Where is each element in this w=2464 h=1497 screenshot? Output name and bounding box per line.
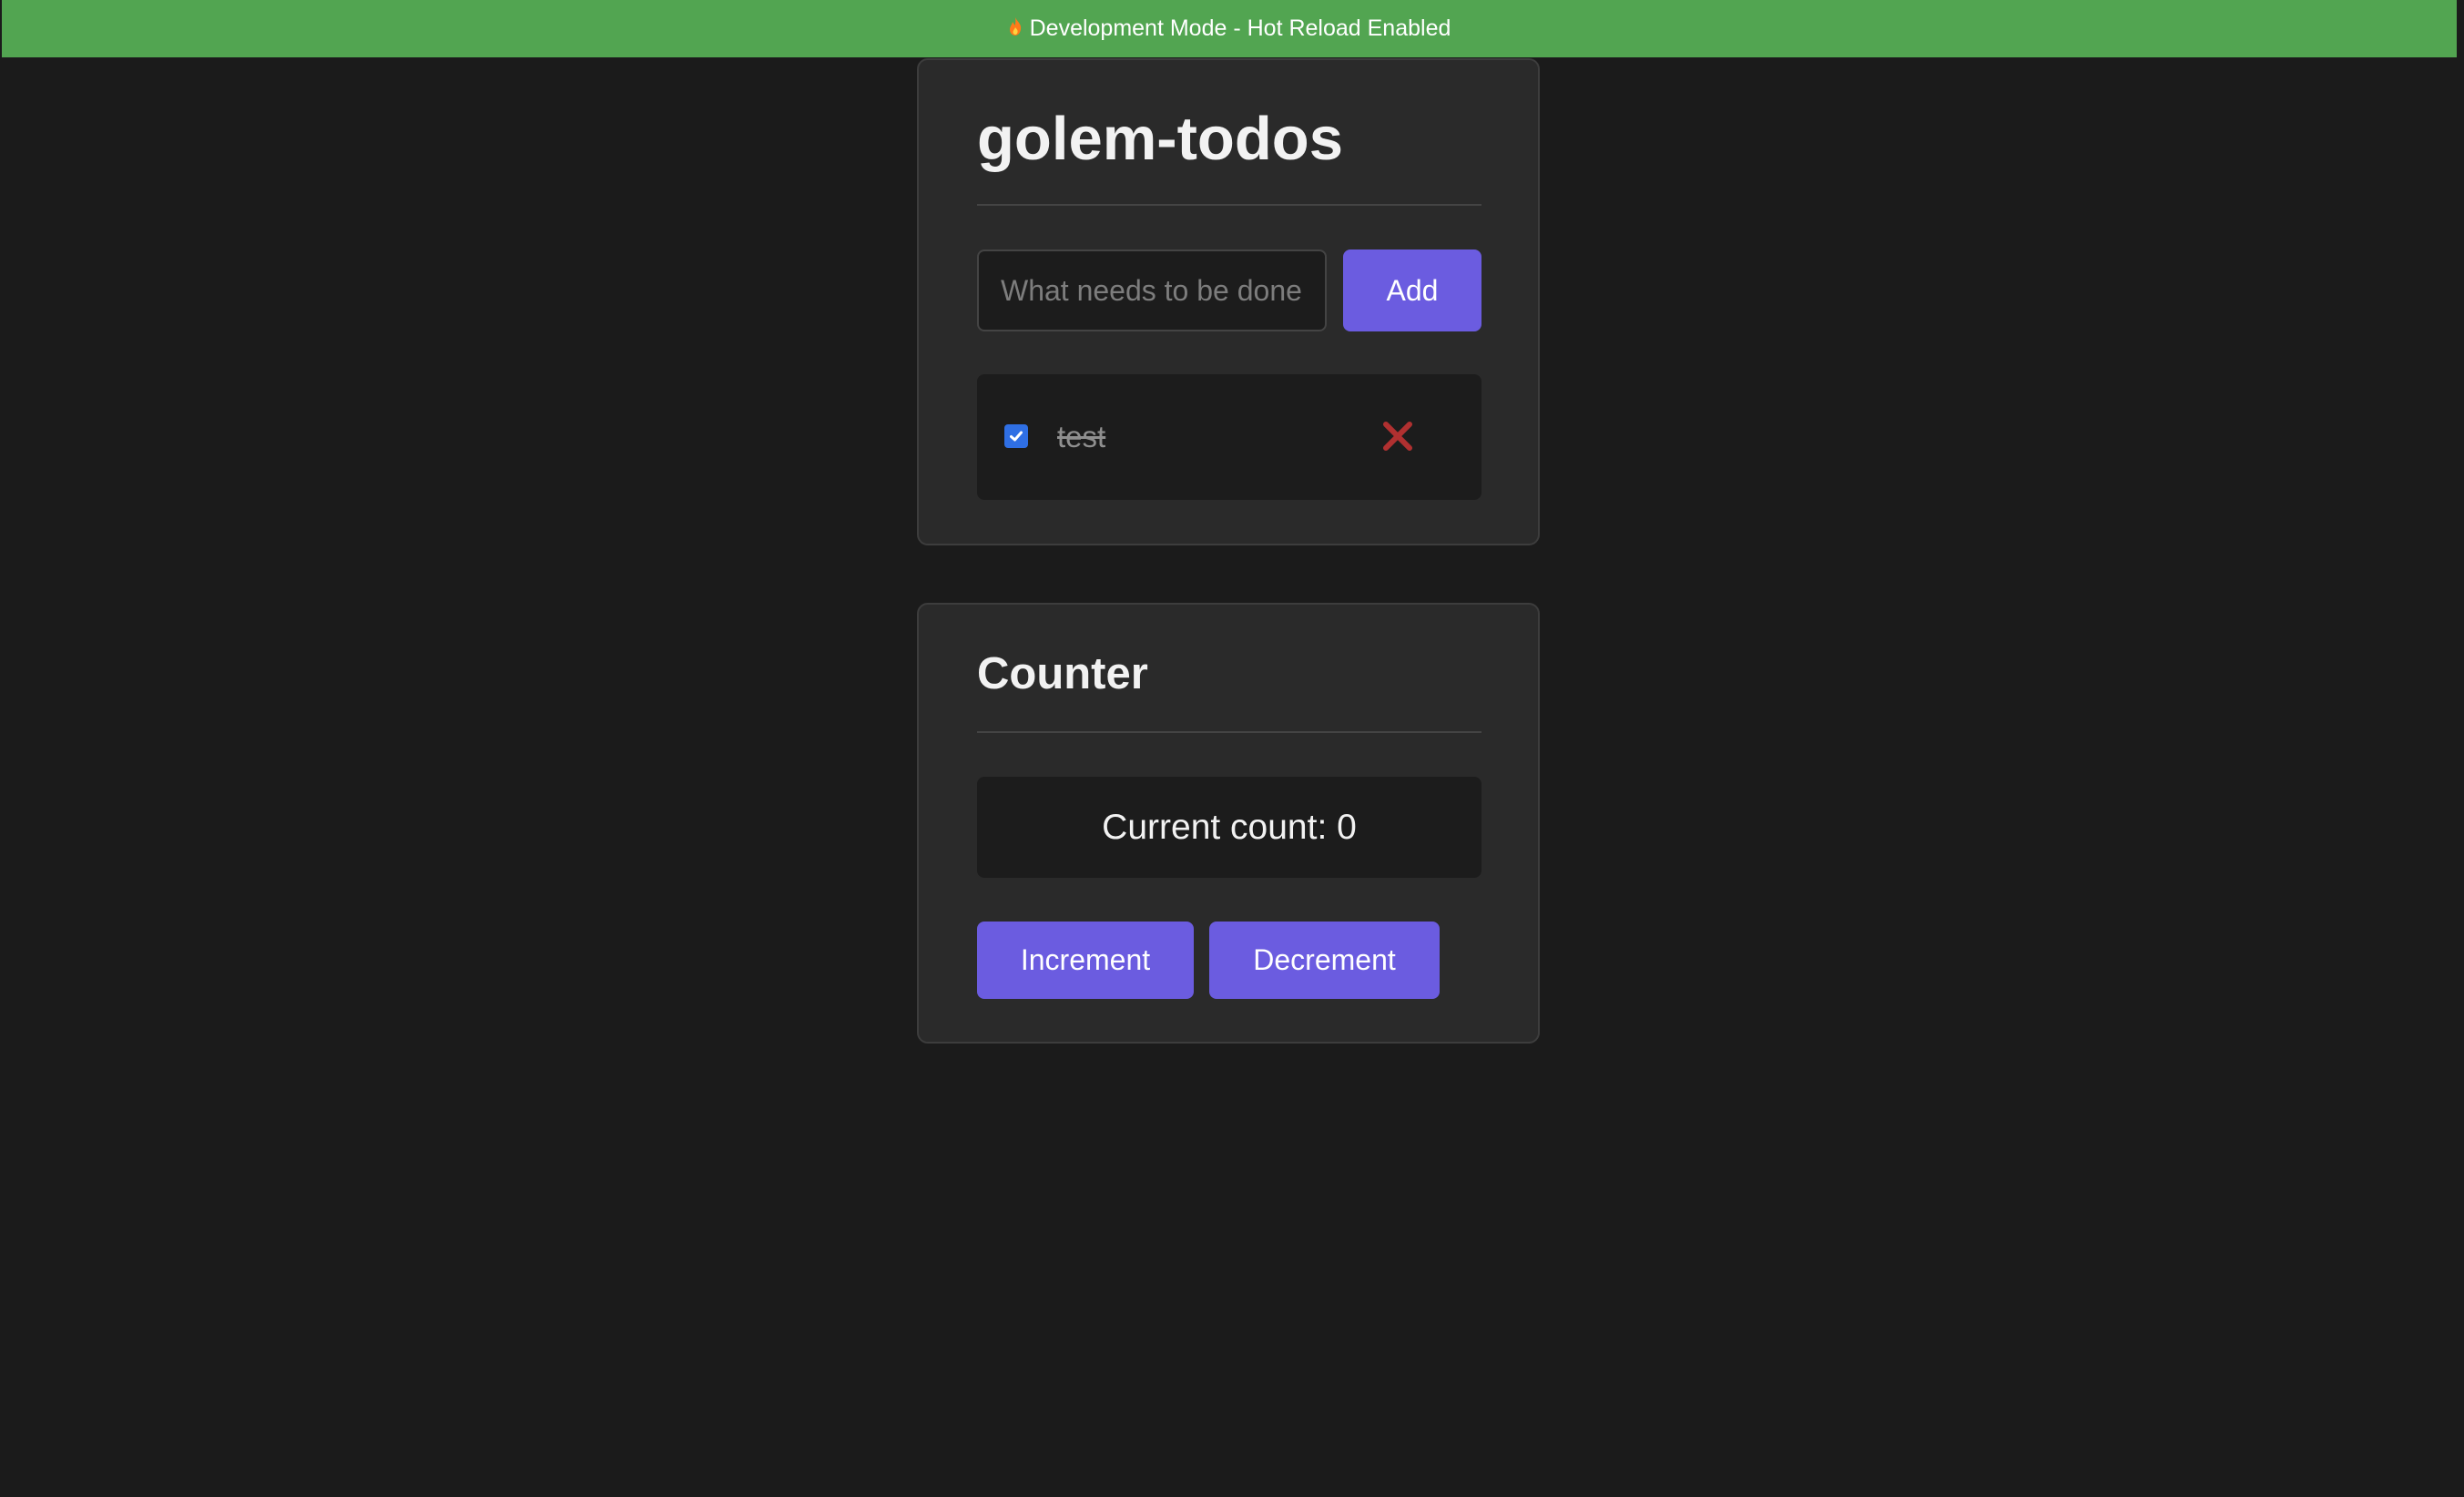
increment-button[interactable]: Increment [977, 922, 1194, 999]
counter-card: Counter Current count: 0 Increment Decre… [917, 603, 1540, 1044]
todos-title: golem-todos [977, 105, 1343, 173]
todo-item: test [977, 374, 1481, 500]
todo-completed-checkbox[interactable] [1004, 424, 1028, 448]
counter-title: Counter [977, 649, 1148, 698]
decrement-button[interactable]: Decrement [1209, 922, 1440, 999]
todo-list: test [977, 374, 1481, 500]
todos-card: golem-todos Add test [917, 58, 1540, 545]
dev-mode-banner: Development Mode - Hot Reload Enabled [2, 0, 2457, 57]
counter-divider [977, 731, 1481, 733]
delete-todo-button[interactable] [1380, 418, 1416, 454]
close-icon [1383, 422, 1412, 451]
current-count-display: Current count: 0 [977, 777, 1481, 878]
banner-text: Development Mode - Hot Reload Enabled [1029, 15, 1451, 41]
checkmark-icon [1010, 431, 1023, 442]
new-todo-input[interactable] [977, 250, 1327, 331]
todos-divider [977, 204, 1481, 206]
add-todo-button[interactable]: Add [1343, 250, 1481, 331]
todo-text: test [1057, 420, 1106, 453]
flame-icon [1008, 16, 1023, 42]
